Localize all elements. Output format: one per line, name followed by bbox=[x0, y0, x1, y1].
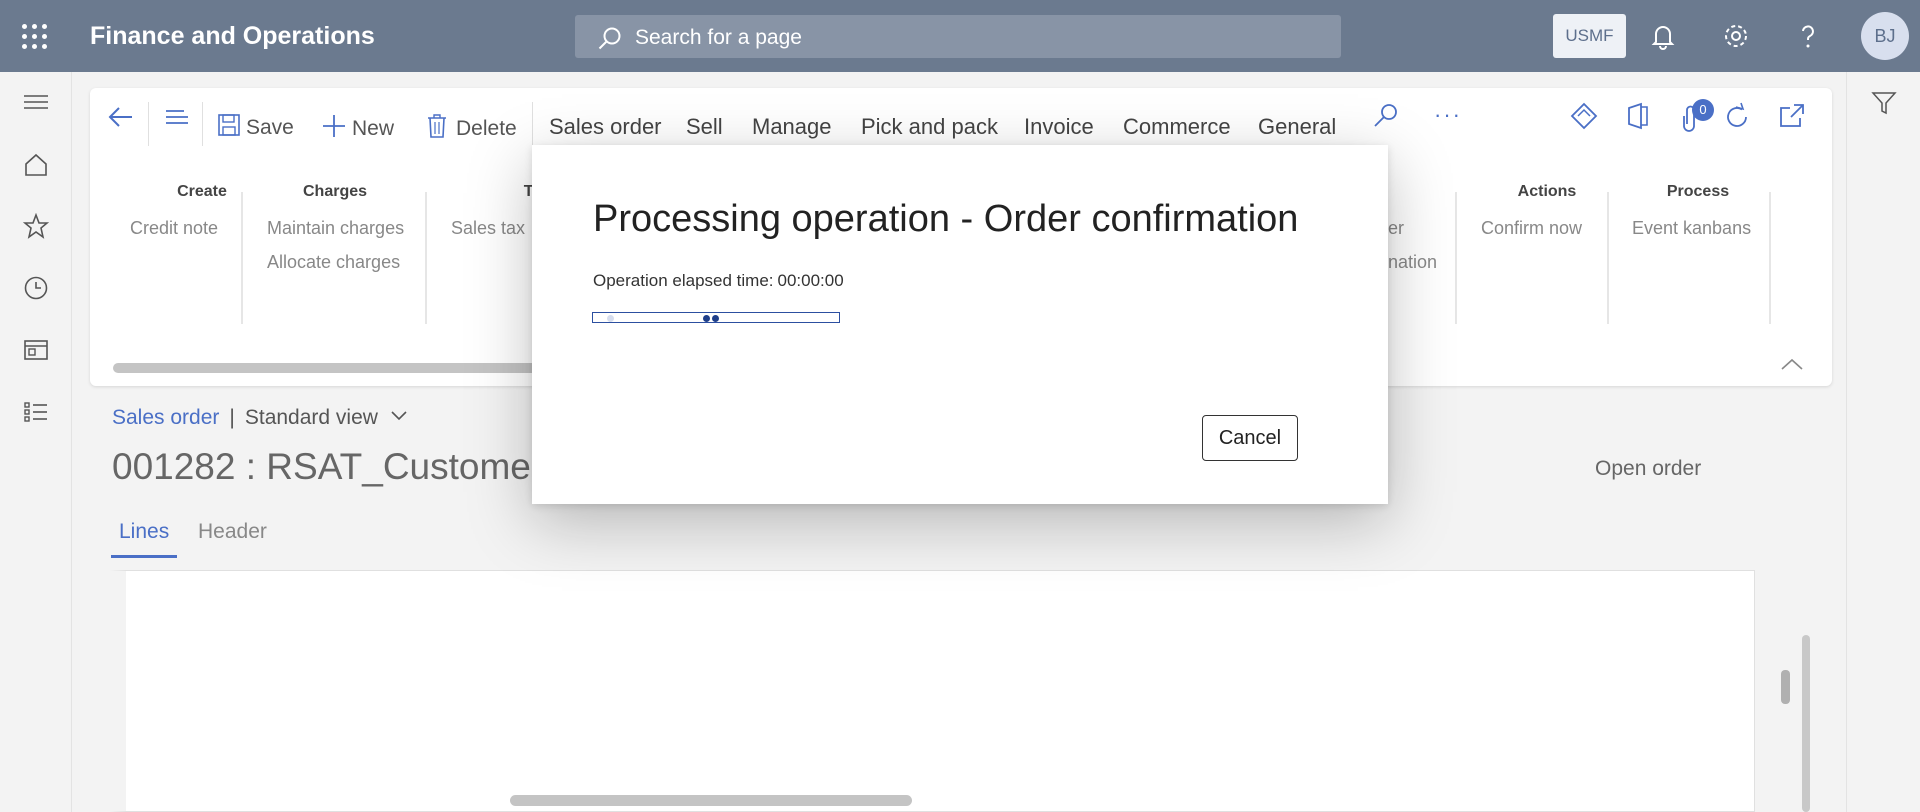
tab-commerce[interactable]: Commerce bbox=[1123, 114, 1231, 140]
status-badge: Open order bbox=[1595, 457, 1702, 480]
app-launcher-icon[interactable] bbox=[22, 24, 48, 50]
right-pane bbox=[1846, 72, 1920, 812]
top-bar: Finance and Operations Search for a page… bbox=[0, 0, 1920, 72]
clock-icon[interactable] bbox=[23, 275, 49, 301]
tab-sell[interactable]: Sell bbox=[678, 114, 731, 152]
group-title-actions: Actions bbox=[1517, 183, 1577, 200]
options-menu-icon[interactable] bbox=[162, 102, 192, 132]
dialog-title: Processing operation - Order confirmatio… bbox=[593, 198, 1299, 240]
group-divider bbox=[1455, 192, 1457, 324]
search-placeholder: Search for a page bbox=[635, 26, 802, 49]
back-arrow-icon[interactable] bbox=[106, 102, 136, 132]
tab-sales-order[interactable]: Sales order bbox=[549, 114, 662, 140]
credit-note-button[interactable]: Credit note bbox=[130, 218, 218, 239]
group-divider bbox=[241, 192, 243, 324]
search-icon bbox=[598, 27, 621, 50]
plus-icon bbox=[323, 115, 345, 137]
tab-pick-and-pack[interactable]: Pick and pack bbox=[861, 114, 998, 140]
group-divider bbox=[1607, 192, 1609, 324]
save-label: Save bbox=[246, 116, 294, 139]
event-kanbans-button[interactable]: Event kanbans bbox=[1632, 218, 1751, 239]
processing-dialog: Processing operation - Order confirmatio… bbox=[532, 145, 1388, 504]
gear-icon[interactable] bbox=[1720, 20, 1752, 52]
attachment-count-badge: 0 bbox=[1692, 99, 1714, 121]
view-selector[interactable]: Standard view bbox=[245, 406, 408, 429]
tab-invoice[interactable]: Invoice bbox=[1024, 114, 1094, 140]
trash-icon bbox=[428, 114, 446, 138]
breadcrumb: Sales order | Standard view bbox=[112, 406, 408, 430]
progress-bar bbox=[592, 312, 840, 323]
chevron-down-icon bbox=[391, 411, 407, 421]
delete-button[interactable]: Delete bbox=[426, 114, 517, 141]
elapsed-label: Operation elapsed time: bbox=[593, 271, 774, 290]
bell-icon[interactable] bbox=[1647, 20, 1679, 52]
office-icon[interactable] bbox=[1624, 102, 1652, 130]
search-box[interactable]: Search for a page bbox=[575, 15, 1341, 58]
group-title-create: Create bbox=[177, 183, 227, 200]
save-button[interactable]: Save bbox=[218, 114, 294, 140]
power-apps-icon[interactable] bbox=[1570, 102, 1598, 130]
avatar[interactable]: BJ bbox=[1861, 12, 1909, 60]
app-title[interactable]: Finance and Operations bbox=[90, 22, 375, 51]
filter-icon[interactable] bbox=[1871, 90, 1897, 116]
tab-general[interactable]: General bbox=[1258, 114, 1336, 140]
group-title-process: Process bbox=[1666, 183, 1730, 200]
tab-header[interactable]: Header bbox=[198, 520, 267, 544]
workspaces-icon[interactable] bbox=[23, 337, 49, 363]
company-picker[interactable]: USMF bbox=[1553, 14, 1626, 58]
refresh-icon[interactable] bbox=[1722, 102, 1752, 132]
group-divider bbox=[1769, 192, 1771, 324]
progress-dot bbox=[712, 315, 719, 322]
partial-hidden-item[interactable]: er bbox=[1388, 218, 1404, 239]
group-title-charges: Charges bbox=[302, 183, 368, 200]
progress-dot bbox=[703, 315, 710, 322]
left-nav bbox=[0, 72, 72, 812]
new-button[interactable]: New bbox=[322, 114, 394, 141]
save-icon bbox=[218, 114, 240, 136]
lines-grid bbox=[110, 570, 1755, 812]
tab-manage[interactable]: Manage bbox=[752, 114, 832, 140]
grid-vertical-scrollbar[interactable] bbox=[1781, 670, 1790, 704]
more-options-icon[interactable]: ··· bbox=[1434, 102, 1462, 128]
breadcrumb-divider: | bbox=[229, 406, 235, 429]
toolbar-divider bbox=[148, 102, 149, 146]
elapsed-value: 00:00:00 bbox=[777, 271, 844, 290]
toolbar-divider bbox=[532, 102, 533, 146]
page-title: 001282 : RSAT_Customer16 bbox=[112, 446, 585, 487]
modules-icon[interactable] bbox=[23, 399, 49, 425]
tab-lines[interactable]: Lines bbox=[110, 520, 178, 558]
view-label: Standard view bbox=[244, 406, 378, 429]
star-icon[interactable] bbox=[23, 213, 49, 239]
new-label: New bbox=[352, 117, 395, 140]
search-icon[interactable] bbox=[1372, 102, 1400, 130]
progress-dot bbox=[607, 315, 614, 322]
chevron-up-icon[interactable] bbox=[1780, 356, 1804, 372]
maintain-charges-button[interactable]: Maintain charges bbox=[267, 218, 404, 239]
breadcrumb-link[interactable]: Sales order bbox=[112, 406, 219, 429]
page-vertical-scrollbar[interactable] bbox=[1802, 635, 1810, 812]
sales-tax-button[interactable]: Sales tax bbox=[451, 218, 525, 239]
confirm-now-button[interactable]: Confirm now bbox=[1481, 218, 1582, 239]
help-icon[interactable] bbox=[1792, 20, 1824, 52]
grid-horizontal-scrollbar[interactable] bbox=[510, 795, 912, 806]
home-icon[interactable] bbox=[23, 152, 49, 178]
cancel-button[interactable]: Cancel bbox=[1202, 415, 1298, 461]
elapsed-time: Operation elapsed time: 00:00:00 bbox=[593, 271, 844, 291]
action-pane-scrollbar[interactable] bbox=[113, 363, 553, 373]
allocate-charges-button[interactable]: Allocate charges bbox=[267, 252, 400, 273]
group-divider bbox=[425, 192, 427, 324]
hamburger-icon[interactable] bbox=[23, 90, 49, 116]
delete-label: Delete bbox=[456, 117, 517, 140]
toolbar-divider bbox=[202, 102, 203, 146]
open-new-window-icon[interactable] bbox=[1778, 102, 1806, 130]
partial-hidden-item[interactable]: nation bbox=[1388, 252, 1437, 273]
